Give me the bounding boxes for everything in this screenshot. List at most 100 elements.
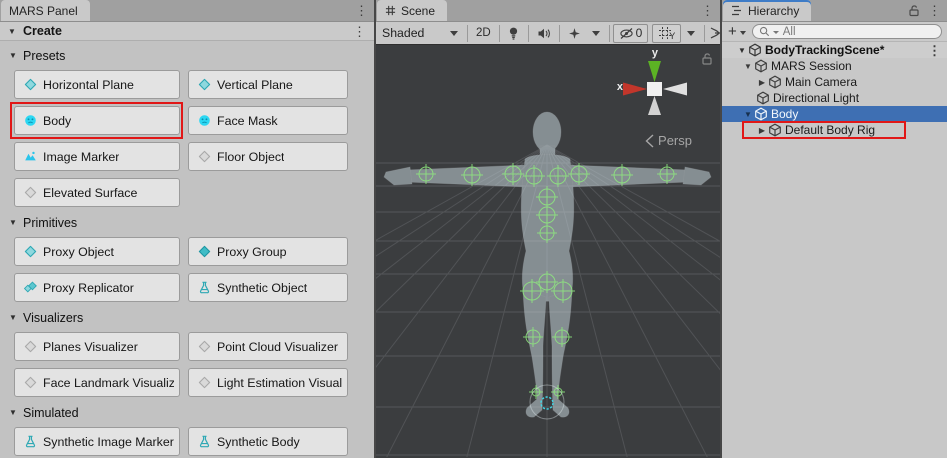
diamond-gray-icon (24, 376, 37, 389)
gizmo-neg-x-axis-cone[interactable] (663, 83, 687, 96)
create-object-button[interactable]: + (728, 24, 746, 39)
create-button-planes-visualizer[interactable]: Planes Visualizer (14, 332, 180, 361)
gizmo-x-axis-cone[interactable] (623, 83, 647, 96)
gizmo-neg-y-axis-cone[interactable] (648, 96, 661, 115)
create-button-image-marker[interactable]: Image Marker (14, 142, 180, 171)
hierarchy-item-main-camera[interactable]: ▶Main Camera (722, 74, 947, 90)
shading-mode-dropdown[interactable]: Shaded (382, 26, 464, 40)
unity-scene-icon (748, 43, 762, 57)
diamond-gray-icon (198, 150, 211, 163)
foldout-open-icon[interactable]: ▼ (8, 313, 18, 322)
face-cyan-icon (198, 114, 211, 127)
lock-open-icon[interactable] (908, 4, 920, 17)
hierarchy-item-body[interactable]: ▼Body (722, 106, 947, 122)
hierarchy-item-mars-session[interactable]: ▼MARS Session (722, 58, 947, 74)
button-label: Horizontal Plane (43, 78, 134, 92)
create-button-proxy-object[interactable]: Proxy Object (14, 237, 180, 266)
scene-effects-toggle[interactable] (563, 24, 586, 43)
foldout-open-icon[interactable]: ▼ (7, 27, 17, 36)
section-header-presets[interactable]: ▼Presets (8, 48, 374, 63)
foldout-open-icon[interactable]: ▼ (736, 46, 748, 55)
item-label: Default Body Rig (785, 123, 875, 137)
create-button-face-mask[interactable]: Face Mask (188, 106, 348, 135)
button-cell: Elevated Surface (14, 178, 180, 207)
hierarchy-item-directional-light[interactable]: Directional Light (722, 90, 947, 106)
diamond-teal-icon (24, 245, 37, 258)
scene-lighting-toggle[interactable] (502, 24, 525, 43)
gizmo-y-axis-cone[interactable] (648, 61, 661, 82)
hierarchy-panel: Hierarchy ⋮ + All ▼ BodyTrackingScene* (722, 0, 947, 458)
diamond-gray-icon (24, 186, 37, 199)
foldout-closed-icon[interactable]: ▶ (756, 126, 768, 135)
gameobject-cube-icon (768, 75, 782, 89)
scene-viewport[interactable]: y x Persp (376, 45, 720, 457)
search-icon (759, 26, 770, 37)
gizmo-x-label: x (617, 81, 623, 93)
kebab-menu-icon[interactable]: ⋮ (347, 25, 372, 38)
hierarchy-search-input[interactable]: All (752, 24, 942, 39)
create-button-horizontal-plane[interactable]: Horizontal Plane (14, 70, 180, 99)
kebab-menu-icon[interactable]: ⋮ (349, 4, 374, 17)
kebab-menu-icon[interactable]: ⋮ (922, 44, 947, 57)
create-button-synthetic-image-marker[interactable]: Synthetic Image Marker (14, 427, 180, 456)
button-label: Elevated Surface (43, 186, 137, 200)
create-button-light-estimation-visualiz[interactable]: Light Estimation Visualiz (188, 368, 348, 397)
foldout-open-icon[interactable]: ▼ (742, 110, 754, 119)
create-button-elevated-surface[interactable]: Elevated Surface (14, 178, 180, 207)
foldout-open-icon[interactable]: ▼ (8, 408, 18, 417)
tab-mars-panel[interactable]: MARS Panel (1, 0, 90, 21)
button-label: Face Mask (217, 114, 278, 128)
button-cell: Proxy Group (188, 237, 348, 266)
create-header[interactable]: ▼ Create ⋮ (0, 22, 374, 41)
scene-asset-row[interactable]: ▼ BodyTrackingScene* ⋮ (722, 42, 947, 58)
scene-audio-toggle[interactable] (532, 24, 556, 43)
hierarchy-toolbar: + All (722, 22, 947, 42)
create-button-point-cloud-visualizer[interactable]: Point Cloud Visualizer (188, 332, 348, 361)
scene-name-label: BodyTrackingScene* (765, 43, 884, 57)
grid-visibility-toggle[interactable]: Y (652, 24, 681, 43)
foldout-open-icon[interactable]: ▼ (8, 218, 18, 227)
section-header-primitives[interactable]: ▼Primitives (8, 215, 374, 230)
effects-dropdown-icon[interactable] (592, 31, 600, 36)
button-cell: Floor Object (188, 142, 348, 171)
create-button-synthetic-body[interactable]: Synthetic Body (188, 427, 348, 456)
section-header-visualizers[interactable]: ▼Visualizers (8, 310, 374, 325)
grid-settings-dropdown-icon[interactable] (687, 31, 695, 36)
section-header-simulated[interactable]: ▼Simulated (8, 405, 374, 420)
create-button-proxy-group[interactable]: Proxy Group (188, 237, 348, 266)
create-button-body[interactable]: Body (14, 106, 180, 135)
scene-visibility-toggle[interactable]: 0 (613, 24, 649, 43)
toolbar-separator (467, 25, 468, 42)
lock-open-icon[interactable] (701, 52, 713, 65)
button-cell: Synthetic Body (188, 427, 348, 456)
create-button-proxy-replicator[interactable]: Proxy Replicator (14, 273, 180, 302)
diamond-double-teal-icon (24, 281, 37, 294)
create-button-vertical-plane[interactable]: Vertical Plane (188, 70, 348, 99)
gameobject-cube-icon (756, 91, 770, 105)
gizmo-center-cube[interactable] (647, 82, 662, 96)
tab-scene[interactable]: Scene (377, 0, 447, 21)
foldout-open-icon[interactable]: ▼ (8, 51, 18, 60)
create-button-floor-object[interactable]: Floor Object (188, 142, 348, 171)
chevron-left-icon (645, 134, 654, 148)
scene-toolbar: Shaded 2D 0 (376, 22, 720, 45)
kebab-menu-icon[interactable]: ⋮ (695, 4, 720, 17)
lightbulb-icon (507, 26, 520, 40)
image-marker-cyan-icon (24, 150, 37, 163)
create-button-face-landmark-visualiz[interactable]: Face Landmark Visualiz (14, 368, 180, 397)
projection-mode-label[interactable]: Persp (645, 133, 692, 148)
face-cyan-icon (24, 114, 37, 127)
toolbar-separator (609, 25, 610, 42)
foldout-open-icon[interactable]: ▼ (742, 62, 754, 71)
component-tools-partial-icon[interactable] (708, 24, 720, 43)
tab-hierarchy[interactable]: Hierarchy (723, 0, 811, 21)
create-button-synthetic-object[interactable]: Synthetic Object (188, 273, 348, 302)
eye-slash-icon (619, 27, 634, 40)
orientation-gizmo[interactable] (616, 49, 694, 127)
foldout-closed-icon[interactable]: ▶ (756, 78, 768, 87)
hierarchy-tree: ▼MARS Session▶Main CameraDirectional Lig… (722, 58, 947, 138)
kebab-menu-icon[interactable]: ⋮ (922, 4, 947, 17)
search-filter-dropdown-icon[interactable] (773, 31, 779, 34)
2d-mode-toggle[interactable]: 2D (471, 24, 496, 43)
hierarchy-item-default-body-rig[interactable]: ▶ Default Body Rig (722, 122, 947, 138)
